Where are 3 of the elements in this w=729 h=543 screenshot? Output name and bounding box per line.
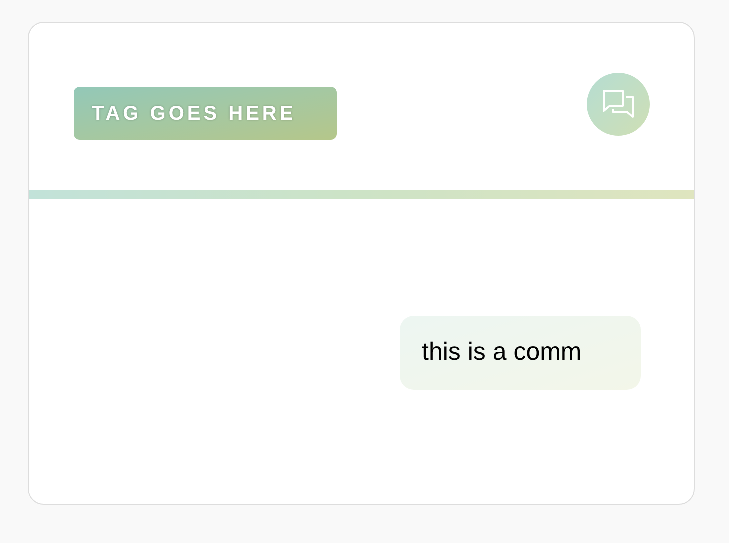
- chat-bubbles-icon: [602, 88, 636, 120]
- tag: TAG GOES HERE: [74, 87, 337, 140]
- comment-bubble: this is a comm: [400, 316, 641, 390]
